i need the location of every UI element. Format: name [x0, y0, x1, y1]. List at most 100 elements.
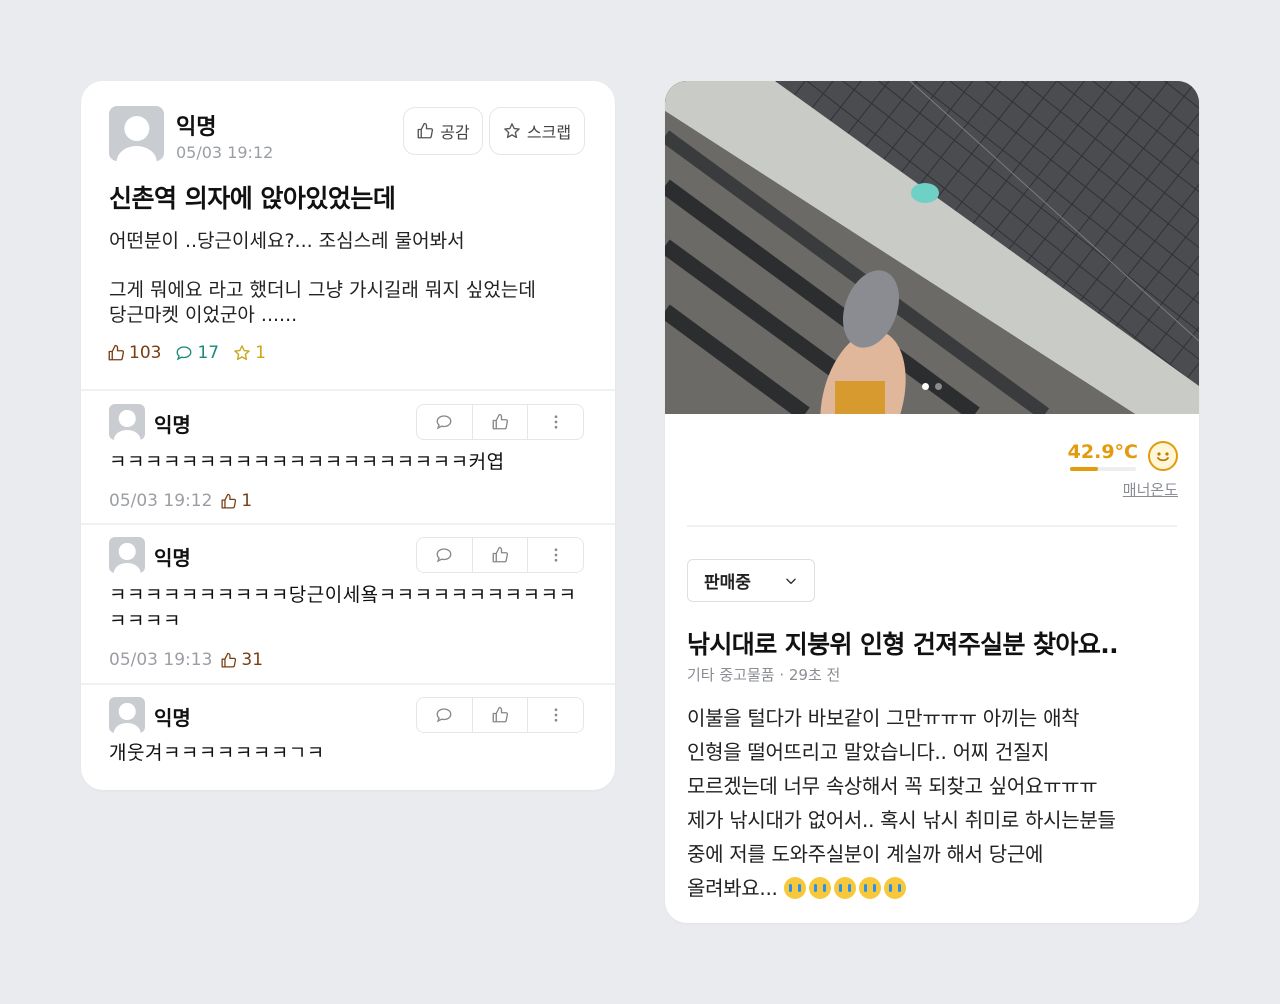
post-body-line: 당근마켓 이었군아 ......: [109, 304, 298, 326]
comment-like-count: 1: [220, 491, 252, 511]
description-line: 제가 낚시대가 없어서.. 혹시 낚시 취미로 하시는분들: [687, 808, 1116, 832]
divider: [687, 525, 1177, 527]
comment-time: 05/03 19:12: [109, 491, 213, 511]
comment-author: 익명: [154, 546, 191, 570]
comment-text: ㅋㅋㅋㅋㅋㅋㅋㅋㅋㅋ당근이세욬ㅋㅋㅋㅋㅋㅋㅋㅋㅋㅋㅋㅋㅋㅋㅋ: [109, 584, 577, 632]
thumbs-up-icon: [417, 122, 434, 139]
speech-bubble-icon: [436, 708, 452, 723]
post-body-line: 그게 뭐에요 라고 했더니 그냥 가시길래 뭐지 싶었는데: [109, 279, 536, 301]
post-body: 어떤분이 ..당근이세요?... 조심스레 물어봐서 그게 뭐에요 라고 했더니…: [109, 229, 589, 328]
comment-item: 익명 ㅋㅋㅋㅋㅋㅋㅋㅋㅋㅋ당근이세욬ㅋㅋㅋㅋㅋㅋㅋㅋㅋㅋㅋㅋㅋㅋㅋ 05/03 …: [81, 525, 615, 683]
post-author: 익명: [176, 115, 217, 140]
more-button[interactable]: [528, 698, 583, 732]
crying-face-icon: [883, 877, 906, 899]
comment-author: 익명: [154, 413, 191, 437]
description-line: 올려봐요...: [687, 876, 778, 900]
like-button[interactable]: 공감: [403, 107, 483, 155]
emoji-row: [783, 876, 909, 900]
crying-face-icon: [783, 877, 806, 899]
manner-temperature: 42.9°C 매너온도: [1048, 439, 1178, 503]
comment-count: 17: [175, 343, 219, 363]
reply-button[interactable]: [417, 698, 473, 732]
comment-count-value: 17: [197, 343, 220, 363]
thumbs-up-icon: [108, 344, 125, 361]
post-stats: 103 17 1: [107, 343, 266, 363]
description-last-line: 올려봐요...: [687, 871, 1177, 905]
scrap-button-label: 스크랩: [526, 123, 572, 142]
comment-text: ㅋㅋㅋㅋㅋㅋㅋㅋㅋㅋㅋㅋㅋㅋㅋㅋㅋㅋㅋㅋ커엽: [109, 451, 505, 473]
scrap-button[interactable]: 스크랩: [489, 107, 585, 155]
manner-temperature-value: 42.9°C: [1067, 441, 1138, 463]
comment-author: 익명: [154, 706, 191, 730]
rooftop-photo: [665, 81, 1199, 414]
avatar[interactable]: [109, 537, 145, 573]
description-line: 인형을 떨어뜨리고 말았습니다.. 어찌 건질지: [687, 740, 1050, 764]
comment-actions: [416, 697, 584, 733]
more-button[interactable]: [528, 405, 583, 439]
more-vertical-icon: [554, 415, 558, 429]
more-vertical-icon: [554, 548, 558, 562]
scrap-count: 1: [233, 343, 266, 363]
crying-face-icon: [833, 877, 856, 899]
more-button[interactable]: [528, 538, 583, 572]
speech-bubble-icon: [436, 415, 452, 430]
comment-time: 05/03 19:13: [109, 650, 213, 670]
reply-button[interactable]: [417, 405, 473, 439]
comment-item: 익명 ㅋㅋㅋㅋㅋㅋㅋㅋㅋㅋㅋㅋㅋㅋㅋㅋㅋㅋㅋㅋ커엽 05/03 19:12 1: [81, 391, 615, 523]
like-count-value: 103: [129, 343, 162, 363]
pagination-dot[interactable]: [935, 383, 942, 390]
listing-description: 이불을 털다가 바보같이 그만ㅠㅠㅠ 아끼는 애착 인형을 떨어뜨리고 말았습니…: [687, 701, 1177, 905]
thumbs-up-icon: [492, 413, 509, 430]
comment-like-button[interactable]: [473, 405, 529, 439]
comment-like-value: 1: [241, 491, 253, 511]
comment-like-count: 31: [220, 650, 263, 670]
post-title: 신촌역 의자에 앉아있었는데: [109, 184, 396, 213]
thumbs-up-icon: [492, 546, 509, 563]
crying-face-icon: [858, 877, 881, 899]
listing-title: 낚시대로 지붕위 인형 건져주실분 찾아요..: [687, 630, 1119, 659]
star-icon: [504, 123, 520, 139]
post-body-line: 어떤분이 ..당근이세요?... 조심스레 물어봐서: [109, 230, 465, 252]
comment-actions: [416, 537, 584, 573]
avatar[interactable]: [109, 404, 145, 440]
thumbs-up-icon: [221, 652, 237, 668]
more-vertical-icon: [554, 708, 558, 722]
reply-button[interactable]: [417, 538, 473, 572]
avatar[interactable]: [109, 106, 164, 161]
listing-photo[interactable]: [665, 81, 1199, 414]
thumbs-up-icon: [221, 493, 237, 509]
comment-meta: 05/03 19:12 1: [109, 491, 252, 511]
scrap-count-value: 1: [255, 343, 266, 363]
description-line: 이불을 털다가 바보같이 그만ㅠㅠㅠ 아끼는 애착: [687, 706, 1080, 730]
post: 익명 05/03 19:12 공감 스크랩 신촌역 의자에 앉아있었는데 어떤분…: [81, 81, 615, 391]
post-time: 05/03 19:12: [176, 143, 274, 162]
listing-meta: 기타 중고물품 · 29초 전: [687, 666, 841, 684]
pagination-dot-active[interactable]: [922, 383, 929, 390]
comment-meta: 05/03 19:13 31: [109, 650, 263, 670]
speech-bubble-icon: [436, 548, 452, 563]
sale-status-label: 판매중: [704, 573, 751, 593]
comment-actions: [416, 404, 584, 440]
comment-item: 익명 개웃겨ㅋㅋㅋㅋㅋㅋㅋㄱㅋ: [81, 685, 615, 785]
comment-like-value: 31: [241, 650, 264, 670]
like-button-label: 공감: [440, 123, 470, 142]
sale-status-dropdown[interactable]: 판매중: [687, 559, 815, 602]
chevron-down-icon: [786, 578, 796, 584]
photo-pagination: [665, 383, 1199, 390]
description-line: 중에 저를 도와주실분이 계실까 해서 당근에: [687, 842, 1044, 866]
comment-text: 개웃겨ㅋㅋㅋㅋㅋㅋㅋㄱㅋ: [109, 742, 325, 764]
listing-card: 42.9°C 매너온도 판매중 낚시대로 지붕위 인형 건져주실분 찾아요.. …: [665, 81, 1199, 923]
like-count: 103: [107, 343, 161, 363]
community-post-card: 익명 05/03 19:12 공감 스크랩 신촌역 의자에 앉아있었는데 어떤분…: [81, 81, 615, 790]
speech-bubble-icon: [177, 346, 192, 361]
manner-temperature-link[interactable]: 매너온도: [1123, 479, 1178, 500]
thumbs-up-icon: [492, 706, 509, 723]
crying-face-icon: [808, 877, 831, 899]
description-line: 모르겠는데 너무 속상해서 꼭 되찾고 싶어요ㅠㅠㅠ: [687, 774, 1098, 798]
star-icon: [234, 345, 250, 361]
manner-temperature-fill: [1070, 467, 1099, 471]
comment-like-button[interactable]: [473, 538, 529, 572]
smiley-face-icon: [1148, 441, 1178, 471]
comment-like-button[interactable]: [473, 698, 529, 732]
avatar[interactable]: [109, 697, 145, 733]
